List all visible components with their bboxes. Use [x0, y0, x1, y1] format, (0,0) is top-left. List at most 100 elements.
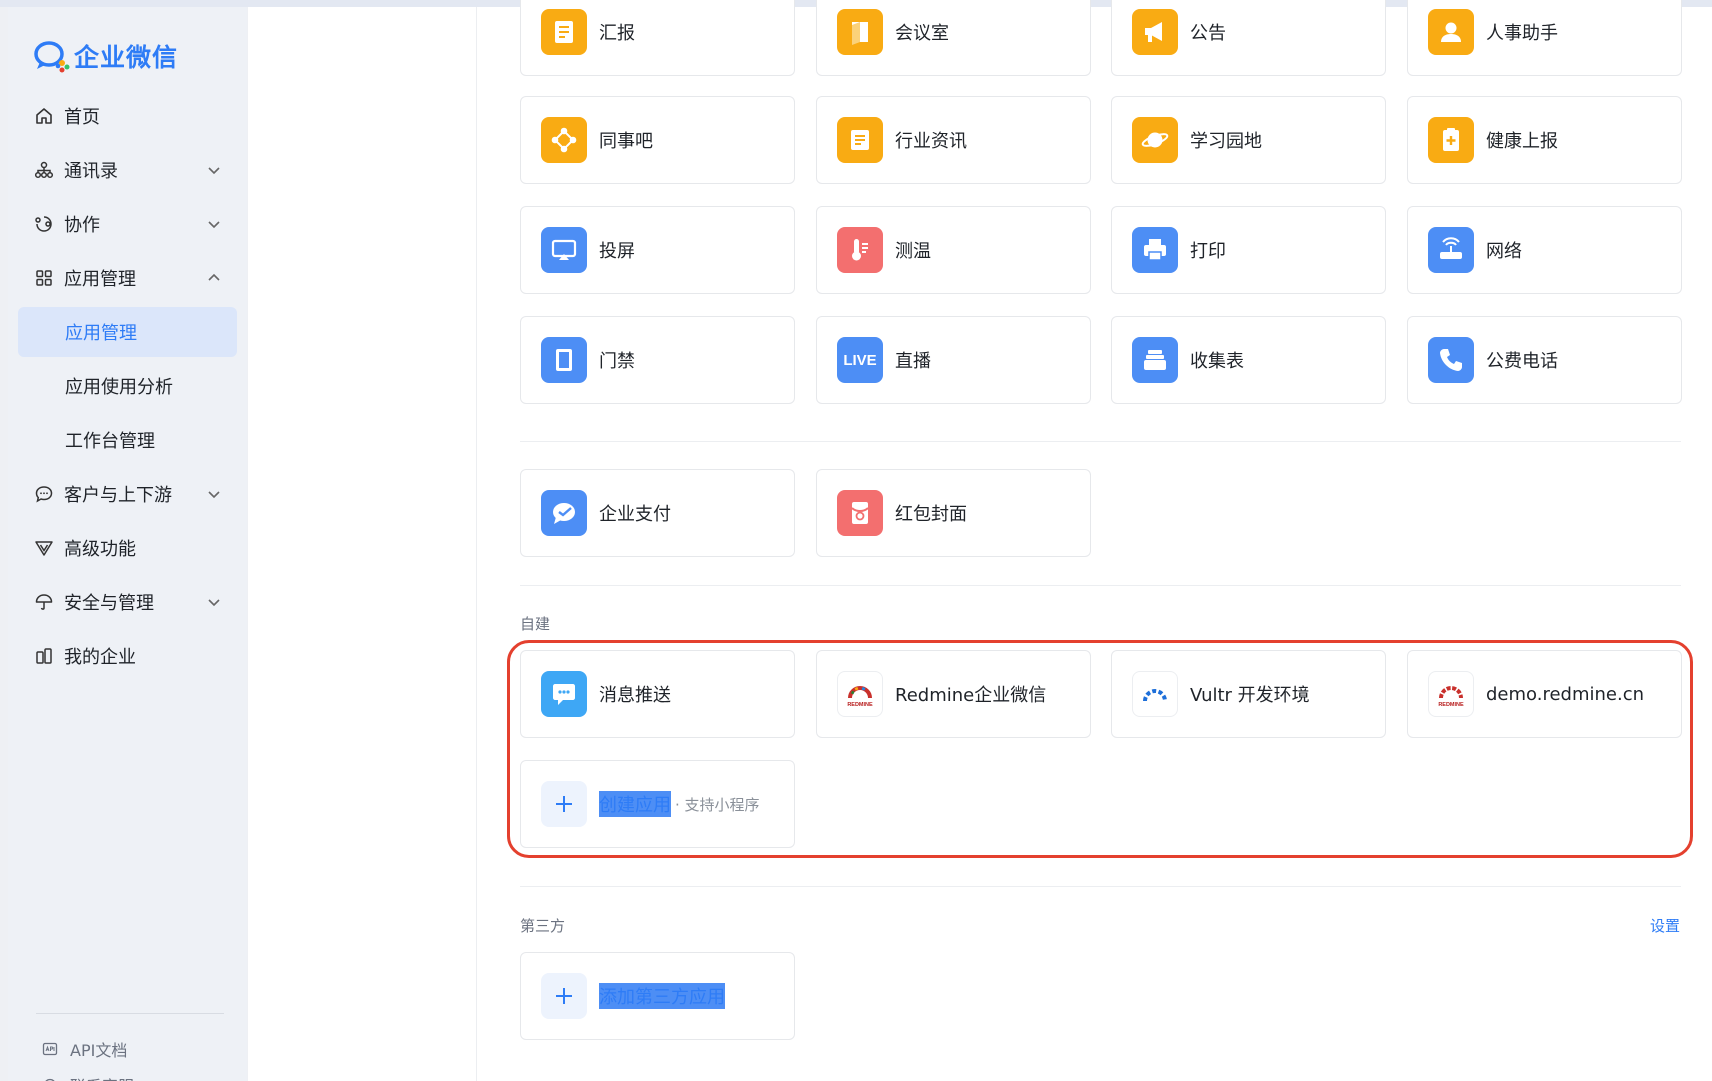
section-divider: [520, 585, 1681, 586]
brand-logo[interactable]: 企业微信: [32, 37, 178, 75]
app-card-demo-redmine[interactable]: REDMINE demo.redmine.cn: [1407, 650, 1682, 738]
sidebar-nav: 首页 通讯录 协作 应用管理 应用管理 应用使用分析 工作台管理 客户与上下游 …: [8, 91, 247, 685]
clipboard-plus-icon: [1428, 117, 1474, 163]
vultr-arc-icon: [1132, 671, 1178, 717]
chat-bubble-icon: [34, 484, 54, 504]
chevron-up-icon: [208, 273, 220, 281]
sidebar-item-label: 高级功能: [64, 539, 136, 560]
app-card-screen-cast[interactable]: 投屏: [520, 206, 795, 294]
live-icon: LIVE: [837, 337, 883, 383]
sidebar-item-collaborate[interactable]: 协作: [18, 199, 237, 249]
app-label: 行业资讯: [895, 131, 967, 152]
app-card-temperature[interactable]: 测温: [816, 206, 1091, 294]
plus-icon: [541, 781, 587, 827]
app-card-message-push[interactable]: 消息推送: [520, 650, 795, 738]
sidebar-item-label: 应用管理: [65, 323, 137, 344]
sidebar-subitem-app-usage-analysis[interactable]: 应用使用分析: [18, 361, 237, 411]
network-nodes-icon: [541, 117, 587, 163]
home-icon: [34, 106, 54, 126]
brand-name: 企业微信: [74, 43, 179, 72]
app-card-health-report[interactable]: 健康上报: [1407, 96, 1682, 184]
app-label: 学习园地: [1190, 131, 1262, 152]
app-card-access-control[interactable]: 门禁: [520, 316, 795, 404]
v-badge-icon: [34, 538, 54, 558]
sidebar-item-customers[interactable]: 客户与上下游: [18, 469, 237, 519]
sidebar-item-security[interactable]: 安全与管理: [18, 577, 237, 627]
section-label-custom: 自建: [520, 615, 551, 633]
red-packet-icon: [837, 490, 883, 536]
wecom-logo-icon: [34, 41, 70, 73]
chevron-down-icon: [208, 491, 220, 499]
sidebar-item-contacts[interactable]: 通讯录: [18, 145, 237, 195]
planet-icon: [1132, 117, 1178, 163]
sidebar-item-label: 应用使用分析: [65, 377, 173, 398]
app-label: 公费电话: [1486, 351, 1558, 372]
phone-icon: [1428, 337, 1474, 383]
redmine-logo-icon: REDMINE: [837, 671, 883, 717]
third-party-settings-link[interactable]: 设置: [1650, 915, 1680, 936]
app-card-public-phone[interactable]: 公费电话: [1407, 316, 1682, 404]
app-label: 健康上报: [1486, 131, 1558, 152]
app-card-collection-form[interactable]: 收集表: [1111, 316, 1386, 404]
app-label: 投屏: [599, 241, 635, 262]
app-card-announcement[interactable]: 公告: [1111, 0, 1386, 76]
person-icon: [1428, 9, 1474, 55]
app-card-live[interactable]: LIVE 直播: [816, 316, 1091, 404]
chevron-down-icon: [208, 221, 220, 229]
api-doc-icon: [42, 1042, 58, 1056]
app-label: 企业支付: [599, 504, 671, 525]
sidebar: 企业微信 首页 通讯录 协作 应用管理 应用管理 应用使用分析 工作台管理 客户…: [8, 7, 247, 1081]
door-panel-icon: [541, 337, 587, 383]
app-label: 收集表: [1190, 351, 1244, 372]
message-push-icon: [541, 671, 587, 717]
sidebar-subitem-app-management[interactable]: 应用管理: [18, 307, 237, 357]
app-card-network[interactable]: 网络: [1407, 206, 1682, 294]
app-card-hr-assistant[interactable]: 人事助手: [1407, 0, 1682, 76]
api-doc-label: API文档: [70, 1041, 128, 1060]
sidebar-item-label: 首页: [64, 107, 100, 128]
support-label: 联系客服: [70, 1073, 134, 1081]
app-card-colleague-bar[interactable]: 同事吧: [520, 96, 795, 184]
collaborate-icon: [34, 214, 54, 234]
content-divider: [476, 7, 477, 1081]
section-divider: [520, 441, 1681, 442]
sidebar-item-label: 安全与管理: [64, 593, 154, 614]
sidebar-item-my-enterprise[interactable]: 我的企业: [18, 631, 237, 681]
sidebar-link-api-doc[interactable]: API文档: [42, 1031, 134, 1067]
printer-icon: [1132, 227, 1178, 273]
section-divider: [520, 886, 1681, 887]
umbrella-icon: [34, 592, 54, 612]
app-card-meeting-room[interactable]: 会议室: [816, 0, 1091, 76]
sidebar-link-support[interactable]: 联系客服: [42, 1067, 134, 1081]
app-card-enterprise-pay[interactable]: 企业支付: [520, 469, 795, 557]
app-label: 门禁: [599, 351, 635, 372]
add-third-party-card[interactable]: 添加第三方应用: [520, 952, 795, 1040]
sidebar-item-app-management[interactable]: 应用管理: [18, 253, 237, 303]
sidebar-item-label: 协作: [64, 215, 100, 236]
app-card-vultr-dev[interactable]: Vultr 开发环境: [1111, 650, 1386, 738]
sidebar-subitem-workbench-management[interactable]: 工作台管理: [18, 415, 237, 465]
sidebar-item-label: 工作台管理: [65, 431, 155, 452]
app-label: 红包封面: [895, 504, 967, 525]
app-card-industry-news[interactable]: 行业资讯: [816, 96, 1091, 184]
app-card-report[interactable]: 汇报: [520, 0, 795, 76]
sidebar-item-advanced[interactable]: 高级功能: [18, 523, 237, 573]
app-label: demo.redmine.cn: [1486, 683, 1645, 705]
app-card-red-packet-cover[interactable]: 红包封面: [816, 469, 1091, 557]
app-card-redmine-wecom[interactable]: REDMINE Redmine企业微信: [816, 650, 1091, 738]
create-app-sub: · 支持小程序: [675, 795, 760, 814]
org-chart-icon: [34, 160, 54, 180]
sidebar-divider: [36, 1013, 224, 1014]
app-label: 汇报: [599, 23, 635, 44]
create-app-card[interactable]: 创建应用 · 支持小程序: [520, 760, 795, 848]
app-card-learning[interactable]: 学习园地: [1111, 96, 1386, 184]
tray-icon: [1132, 337, 1178, 383]
app-label: 网络: [1486, 241, 1522, 262]
section-label-third-party: 第三方: [520, 917, 566, 935]
redmine-logo-text: REDMINE: [1438, 702, 1464, 708]
sidebar-item-home[interactable]: 首页: [18, 91, 237, 141]
app-card-print[interactable]: 打印: [1111, 206, 1386, 294]
app-label: 消息推送: [599, 685, 671, 706]
building-icon: [34, 646, 54, 666]
door-icon: [837, 9, 883, 55]
